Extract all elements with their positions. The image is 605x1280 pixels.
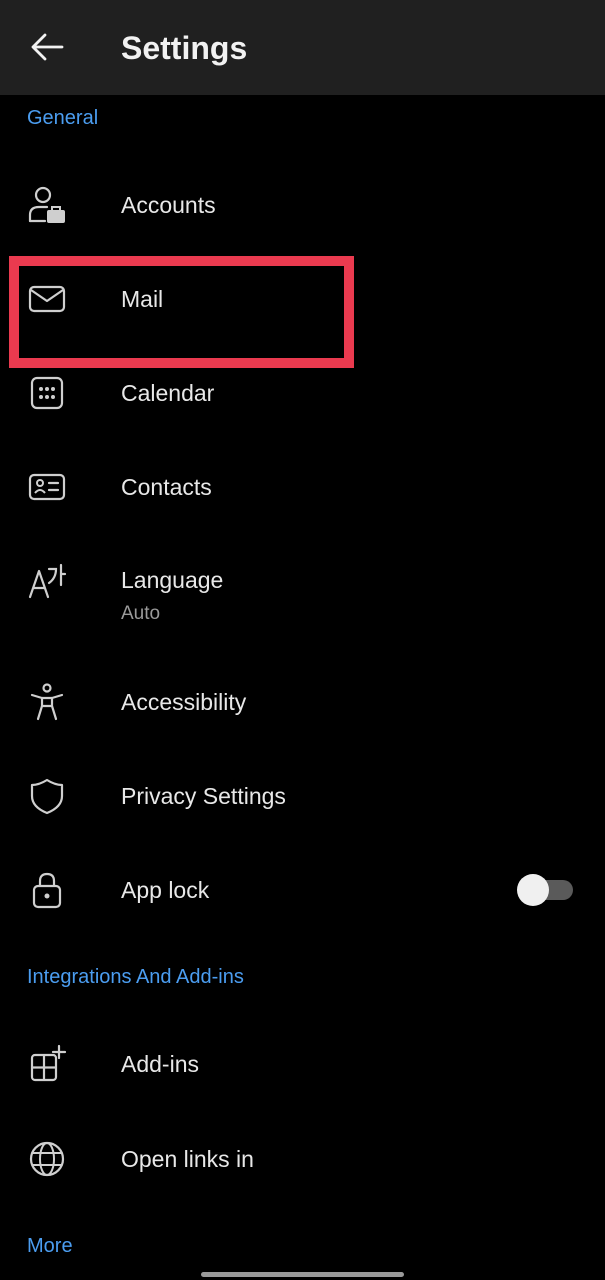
- settings-item-label: Open links in: [121, 1146, 254, 1172]
- settings-item-label: Language: [121, 567, 224, 593]
- settings-item-open-links[interactable]: Open links in: [0, 1119, 605, 1199]
- settings-item-label: Calendar: [121, 380, 215, 406]
- settings-item-label: Add-ins: [121, 1051, 199, 1077]
- account-briefcase-icon: [27, 185, 67, 225]
- section-header-integrations: Integrations And Add-ins: [27, 966, 244, 988]
- language-icon: [27, 561, 67, 601]
- settings-item-add-ins[interactable]: Add-ins: [0, 1024, 605, 1104]
- settings-item-language[interactable]: Language Auto: [0, 541, 605, 641]
- lock-icon: [27, 870, 67, 910]
- settings-item-accounts[interactable]: Accounts: [0, 165, 605, 245]
- page-title: Settings: [121, 30, 248, 66]
- settings-item-label: Accessibility: [121, 689, 247, 715]
- settings-item-privacy[interactable]: Privacy Settings: [0, 756, 605, 836]
- calendar-icon: [27, 373, 67, 413]
- settings-item-label: Accounts: [121, 192, 216, 218]
- settings-item-calendar[interactable]: Calendar: [0, 353, 605, 433]
- toggle-thumb: [517, 874, 549, 906]
- contact-card-icon: [27, 467, 67, 507]
- settings-item-label: Contacts: [121, 474, 212, 500]
- settings-item-accessibility[interactable]: Accessibility: [0, 662, 605, 742]
- globe-icon: [27, 1139, 67, 1179]
- settings-item-label: Mail: [121, 286, 164, 312]
- section-header-more: More: [27, 1235, 73, 1257]
- accessibility-icon: [27, 682, 67, 722]
- shield-icon: [27, 776, 67, 816]
- settings-item-sublabel: Auto: [121, 603, 161, 624]
- add-ins-icon: [27, 1044, 67, 1084]
- app-bar: Settings: [0, 0, 605, 95]
- app-lock-toggle[interactable]: [517, 874, 575, 906]
- settings-item-mail[interactable]: Mail: [0, 259, 605, 339]
- back-button[interactable]: [22, 22, 72, 72]
- settings-item-label: App lock: [121, 877, 210, 903]
- settings-item-app-lock[interactable]: App lock: [0, 850, 605, 930]
- section-header-general: General: [27, 107, 99, 129]
- settings-item-contacts[interactable]: Contacts: [0, 447, 605, 527]
- envelope-icon: [27, 279, 67, 319]
- settings-item-label: Privacy Settings: [121, 783, 286, 809]
- home-indicator[interactable]: [201, 1272, 404, 1277]
- arrow-left-icon: [30, 32, 64, 62]
